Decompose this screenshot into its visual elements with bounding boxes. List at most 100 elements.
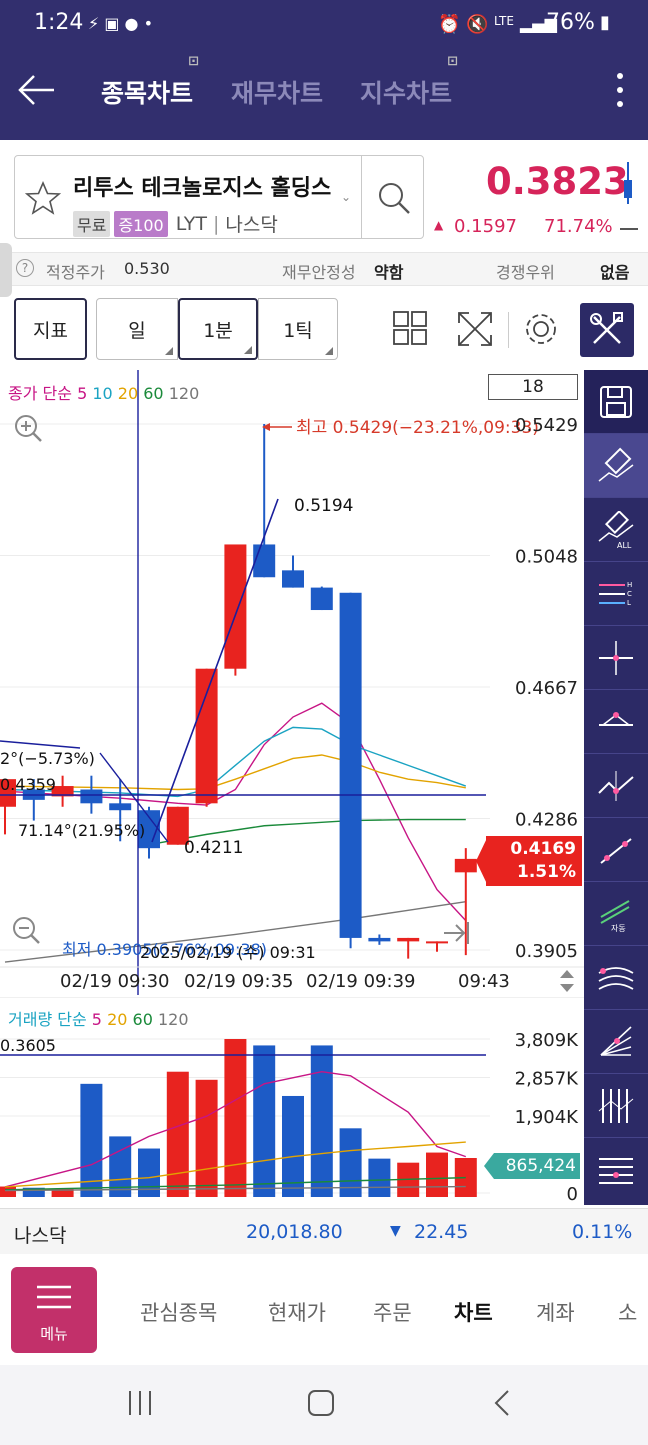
index-ticker-bar[interactable]: 나스닥 20,018.80 ▼ 22.45 0.11% — [0, 1208, 648, 1254]
favorite-star-icon[interactable] — [25, 180, 61, 216]
candle-body — [195, 668, 218, 804]
stock-selector-card[interactable]: 리투스 테크놀로지스 홀딩스 ⌄ 무료 증100 LYT | 나스닥 — [14, 155, 424, 239]
period-day-label: 일 — [128, 319, 146, 342]
period-1min-button[interactable]: 1분 — [178, 298, 258, 360]
index-name: 나스닥 — [14, 1225, 67, 1247]
tab-stock-chart[interactable]: 종목차트 ⊡ — [101, 54, 199, 110]
candle-body — [339, 592, 362, 938]
more-menu-icon[interactable] — [612, 70, 628, 110]
layout-grid-icon[interactable] — [392, 310, 428, 346]
menu-button[interactable]: 메뉴 — [11, 1267, 97, 1353]
drawing-tools-button[interactable] — [580, 303, 634, 357]
back-arrow-icon[interactable] — [16, 72, 56, 108]
ma-legend-120: 120 — [168, 384, 200, 403]
side-auto-trend-button[interactable]: 자동 — [584, 882, 648, 946]
period-day-button[interactable]: 일 — [96, 298, 178, 360]
ma-legend-20: 20 — [117, 384, 139, 403]
indicator-button[interactable]: 지표 — [14, 298, 87, 360]
tab-financial-chart[interactable]: 재무차트 — [231, 74, 323, 110]
up-triangle-icon: ▲ — [434, 218, 444, 232]
volume-bar — [195, 1079, 218, 1197]
side-fan-button[interactable] — [584, 1010, 648, 1074]
nav-more[interactable]: 소 — [618, 1297, 637, 1327]
tab-badge-icon: ⊡ — [447, 54, 459, 69]
price-chart-bg — [0, 370, 584, 995]
price-legend[interactable]: 종가 단순 5 10 20 60 120 — [8, 380, 199, 404]
volume-y-tick-label: 1,904K — [515, 1107, 580, 1128]
side-erase-all-button[interactable]: ALL — [584, 498, 648, 562]
volume-bar — [166, 1071, 189, 1197]
volume-y-tick-label: 3,809K — [515, 1030, 580, 1051]
competitive-value: 없음 — [600, 263, 630, 282]
bottom-navigation: 메뉴 관심종목 현재가 주문 차트 계좌 소 — [0, 1255, 648, 1365]
arc-lines-icon — [598, 966, 634, 990]
system-navigation — [0, 1365, 648, 1445]
volume-bar — [339, 1128, 362, 1197]
stability-value: 약함 — [374, 263, 404, 282]
volume-y-tick-label: 0 — [567, 1184, 578, 1205]
drawing-side-toolbar: ALL HCL 자동 — [584, 370, 648, 1205]
nav-chart[interactable]: 차트 — [454, 1297, 493, 1327]
scroll-updown-icon[interactable] — [558, 968, 576, 994]
help-icon[interactable]: ? — [16, 259, 34, 277]
mini-candle-icon — [624, 162, 632, 204]
volume-bar — [224, 1039, 247, 1197]
zoom-in-icon[interactable] — [12, 412, 44, 444]
network-label: LTE — [494, 14, 514, 28]
candle-count-box[interactable]: 18 — [488, 374, 578, 400]
fullscreen-icon[interactable] — [456, 310, 494, 348]
zoom-out-icon[interactable] — [10, 914, 42, 946]
side-trendline-button[interactable] — [584, 818, 648, 882]
side-arc-button[interactable] — [584, 946, 648, 1010]
side-eraser-button[interactable] — [584, 434, 648, 498]
side-vertical-lines-button[interactable] — [584, 1074, 648, 1138]
side-crosshair-button[interactable] — [584, 626, 648, 690]
tab-index-chart[interactable]: 지수차트 ⊡ — [360, 54, 458, 110]
scroll-to-latest-icon[interactable] — [442, 918, 472, 948]
search-button[interactable] — [361, 156, 423, 238]
trendline-icon — [600, 837, 632, 864]
nav-watchlist[interactable]: 관심종목 — [140, 1297, 217, 1327]
volume-bar — [0, 1186, 16, 1197]
svg-text:L: L — [627, 599, 631, 607]
price-legend-prefix: 종가 단순 — [8, 384, 72, 403]
status-time: 1:24 — [34, 10, 84, 35]
volume-level-label: 0.3605 — [0, 1036, 56, 1055]
recent-apps-icon[interactable] — [126, 1387, 154, 1419]
hcl-lines-icon: HCL — [599, 581, 632, 607]
volume-legend[interactable]: 거래량 단순 5 20 60 120 — [8, 1006, 189, 1030]
eraser-icon — [598, 447, 634, 482]
side-save-button[interactable] — [584, 370, 648, 434]
trend-label-1: 2°(−5.73%) — [0, 749, 95, 768]
peak-line-icon — [599, 711, 633, 726]
side-hcl-button[interactable]: HCL — [584, 562, 648, 626]
period-1tick-button[interactable]: 1틱 — [258, 298, 338, 360]
price-chart[interactable]: 최고 0.5429(−23.21%,09:33) 0.5194 0.4211 2°(−… — [0, 370, 584, 995]
home-icon[interactable] — [306, 1387, 336, 1419]
index-value: 20,018.80 — [246, 1221, 343, 1243]
chevron-down-icon[interactable]: ⌄ — [341, 190, 351, 204]
side-peak-button[interactable] — [584, 690, 648, 754]
vol-ma-legend-120: 120 — [157, 1010, 189, 1029]
price-change: 0.1597 — [454, 216, 517, 237]
stock-exchange: 나스닥 — [225, 214, 278, 236]
point-label-high: 0.5194 — [294, 496, 353, 516]
auto-trend-icon: 자동 — [600, 899, 630, 933]
nav-current-price[interactable]: 현재가 — [268, 1297, 326, 1327]
nav-order[interactable]: 주문 — [373, 1297, 412, 1327]
ma-legend-10: 10 — [92, 384, 113, 403]
volume-bar — [368, 1158, 391, 1197]
volume-y-tick-label: 2,857K — [515, 1068, 580, 1089]
back-nav-icon[interactable] — [490, 1387, 514, 1419]
side-wave-button[interactable] — [584, 754, 648, 818]
candle-body — [397, 937, 420, 942]
time-tick-label: 09:43 — [458, 971, 510, 992]
settings-gear-icon[interactable] — [522, 310, 560, 348]
trend-label-2: 71.14°(21.95%) — [18, 821, 145, 840]
volume-tag-pointer — [484, 1153, 494, 1179]
stability-label: 재무안정성 — [282, 263, 356, 282]
competitive-label: 경쟁우위 — [496, 263, 555, 282]
nav-account[interactable]: 계좌 — [536, 1297, 575, 1327]
side-drawer-handle[interactable] — [0, 243, 12, 297]
side-horizontal-lines-button[interactable] — [584, 1138, 648, 1202]
